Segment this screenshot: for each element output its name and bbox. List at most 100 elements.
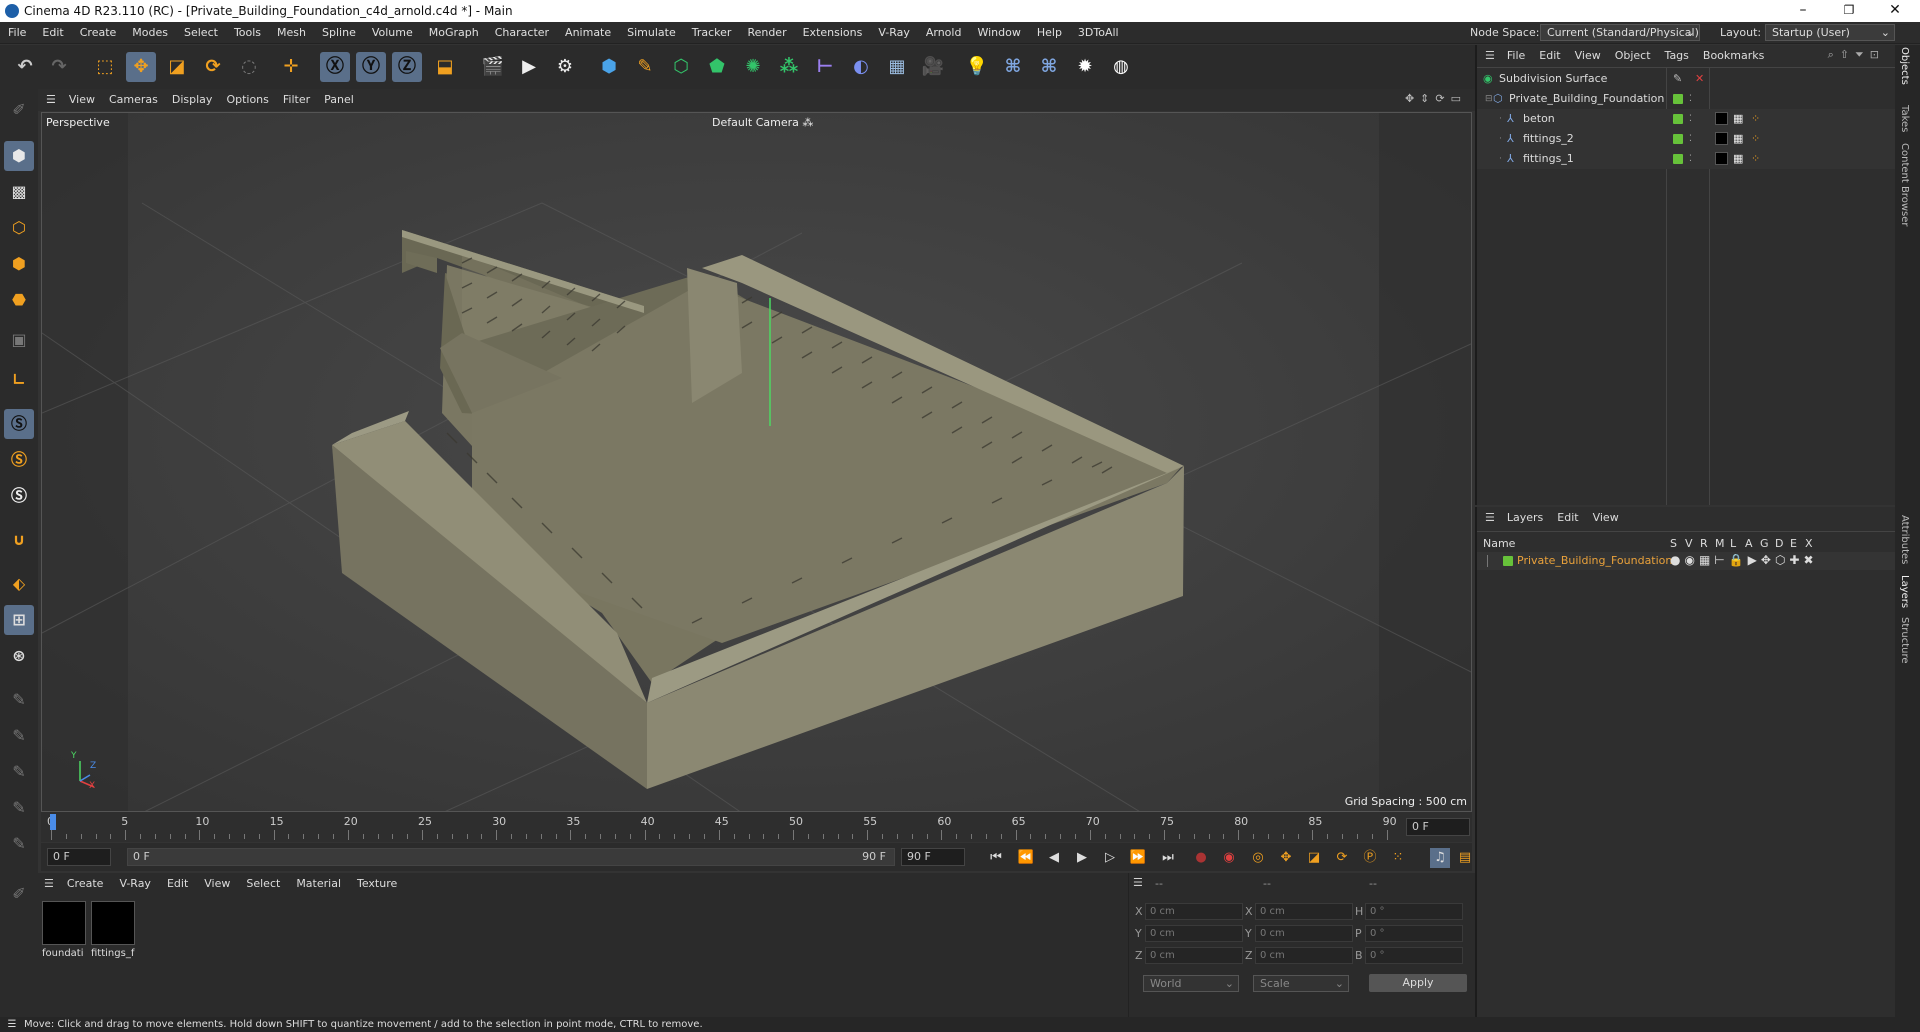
menu-tools[interactable]: Tools bbox=[226, 22, 269, 44]
python-icon[interactable]: ⌘ bbox=[998, 52, 1028, 82]
menu-render[interactable]: Render bbox=[739, 22, 794, 44]
key-parameter-icon[interactable]: Ⓟ bbox=[1360, 848, 1380, 868]
object-menu-bookmarks[interactable]: Bookmarks bbox=[1696, 45, 1771, 67]
close-button[interactable]: ✕ bbox=[1872, 0, 1918, 22]
material-menu-create[interactable]: Create bbox=[59, 873, 112, 895]
playhead[interactable] bbox=[50, 814, 56, 830]
subdivision-icon[interactable]: ⬡ bbox=[666, 52, 696, 82]
material-tag-icon[interactable] bbox=[1715, 152, 1728, 165]
object-menu-file[interactable]: File bbox=[1500, 45, 1532, 67]
visibility-dots-icon[interactable]: ⁚ bbox=[1689, 109, 1692, 129]
locked-workplane-icon[interactable]: ⊛ bbox=[4, 641, 34, 671]
layer-menu-view[interactable]: View bbox=[1586, 507, 1626, 529]
points-mode-icon[interactable]: ⬡ bbox=[4, 213, 34, 243]
menu-modes[interactable]: Modes bbox=[124, 22, 176, 44]
material-menu-select[interactable]: Select bbox=[238, 873, 288, 895]
python-generator-icon[interactable]: ⌘ bbox=[1034, 52, 1064, 82]
material-tag-icon[interactable] bbox=[1715, 112, 1728, 125]
hamburger-icon[interactable]: ☰ bbox=[1133, 876, 1143, 889]
tree-expander-icon[interactable]: ⊟ bbox=[1485, 89, 1493, 109]
go-to-end-icon[interactable]: ⏭ bbox=[1158, 848, 1178, 868]
visibility-dots-icon[interactable]: ⁚ bbox=[1689, 89, 1692, 109]
disable-x-icon[interactable]: ✕ bbox=[1695, 69, 1704, 89]
tab-takes[interactable]: Takes bbox=[1899, 105, 1910, 132]
redo-icon[interactable]: ↷ bbox=[44, 52, 74, 82]
layer-menu-layers[interactable]: Layers bbox=[1500, 507, 1550, 529]
visibility-dots-icon[interactable]: ⁚ bbox=[1689, 149, 1692, 169]
object-name[interactable]: Subdivision Surface bbox=[1499, 69, 1607, 89]
render-view-icon[interactable]: ▶ bbox=[514, 52, 544, 82]
tab-structure[interactable]: Structure bbox=[1899, 617, 1910, 664]
menu-spline[interactable]: Spline bbox=[314, 22, 364, 44]
arnold-tag-icon[interactable]: ⁘ bbox=[1751, 129, 1760, 149]
layer-color-swatch[interactable] bbox=[1673, 134, 1683, 144]
render-settings-icon[interactable]: ⚙ bbox=[550, 52, 580, 82]
transform-tool-icon[interactable]: ✛ bbox=[276, 52, 306, 82]
live-selection-icon[interactable]: ⬚ bbox=[90, 52, 120, 82]
snap-mode-icon[interactable]: Ⓢ bbox=[4, 481, 34, 511]
object-menu-object[interactable]: Object bbox=[1608, 45, 1658, 67]
viewport-menu-display[interactable]: Display bbox=[165, 89, 220, 111]
arnold-tag-icon[interactable]: ⁘ bbox=[1751, 109, 1760, 129]
autokey-icon[interactable]: ◉ bbox=[1219, 848, 1239, 868]
previous-key-icon[interactable]: ⏪ bbox=[1016, 848, 1036, 868]
tree-expander-icon[interactable]: · bbox=[1499, 129, 1502, 149]
cube-icon[interactable]: ⬢ bbox=[594, 52, 624, 82]
sculpt-icon[interactable]: ✎ bbox=[4, 829, 34, 859]
key-scale-icon[interactable]: ◪ bbox=[1304, 848, 1324, 868]
rotate-tool-icon[interactable]: ⟳ bbox=[198, 52, 228, 82]
light-icon[interactable]: 💡 bbox=[962, 52, 992, 82]
coord-value-field[interactable]: 0 cm bbox=[1145, 903, 1243, 920]
layer-color-swatch[interactable] bbox=[1673, 94, 1683, 104]
object-menu-tags[interactable]: Tags bbox=[1658, 45, 1696, 67]
visibility-dots-icon[interactable]: ⁚ bbox=[1689, 129, 1692, 149]
texture-mode-icon[interactable]: ▩ bbox=[4, 177, 34, 207]
coord-value-field[interactable]: 0 ° bbox=[1365, 947, 1463, 964]
tab-layers[interactable]: Layers bbox=[1899, 575, 1910, 608]
workplane-icon[interactable]: ⬖ bbox=[4, 569, 34, 599]
object-row[interactable]: · ⅄ fittings_2 ⁚ ▦ ⁘ bbox=[1477, 129, 1897, 149]
menu-mograph[interactable]: MoGraph bbox=[421, 22, 487, 44]
viewport-menu-view[interactable]: View bbox=[62, 89, 102, 111]
coord-mode-dropdown[interactable]: Scale ⌄ bbox=[1253, 975, 1349, 992]
material-preview-swatch[interactable] bbox=[42, 901, 86, 945]
previous-frame-icon[interactable]: ◀ bbox=[1044, 848, 1064, 868]
layout-dropdown[interactable]: Startup (User) ⌄ bbox=[1765, 24, 1895, 41]
material-menu-material[interactable]: Material bbox=[288, 873, 349, 895]
texture-tag-icon[interactable]: ▦ bbox=[1733, 129, 1743, 149]
menu-file[interactable]: File bbox=[0, 22, 34, 44]
field-icon[interactable]: ◐ bbox=[846, 52, 876, 82]
end-frame-field[interactable]: 90 F bbox=[901, 848, 965, 866]
coord-value-field[interactable]: 0 cm bbox=[1145, 947, 1243, 964]
bend-deformer-icon[interactable]: ⊢ bbox=[810, 52, 840, 82]
3d-viewport[interactable]: Perspective Default Camera ⁂ Y Z X Grid … bbox=[41, 112, 1472, 812]
magnet-icon[interactable]: ∪ bbox=[4, 525, 34, 555]
settings-gear-icon[interactable]: ✹ bbox=[1070, 52, 1100, 82]
tree-expander-icon[interactable]: · bbox=[1499, 149, 1502, 169]
globe-icon[interactable]: ◍ bbox=[1106, 52, 1136, 82]
brush-s-icon[interactable]: ✎ bbox=[4, 793, 34, 823]
viewport-menu-panel[interactable]: Panel bbox=[317, 89, 361, 111]
hamburger-icon[interactable]: ☰ bbox=[38, 89, 62, 111]
material-menu-view[interactable]: View bbox=[196, 873, 238, 895]
menu-3dtoall[interactable]: 3DToAll bbox=[1070, 22, 1127, 44]
maximize-button[interactable]: ❐ bbox=[1826, 0, 1872, 22]
timeline-ruler[interactable]: 051015202530354045505560657075808590 0 F bbox=[41, 812, 1472, 842]
object-row[interactable]: ◉ Subdivision Surface ✎ ✕ bbox=[1477, 69, 1897, 89]
object-name[interactable]: fittings_2 bbox=[1523, 129, 1574, 149]
layer-row[interactable]: Private_Building_Foundation ●◉▦⊢🔒▶✥⬡✚✖ bbox=[1477, 552, 1897, 570]
paint-brush-icon[interactable]: ✐ bbox=[4, 95, 34, 125]
coord-value-field[interactable]: 0 ° bbox=[1365, 925, 1463, 942]
hamburger-icon[interactable]: ☰ bbox=[0, 1017, 24, 1032]
layer-color-swatch[interactable] bbox=[1503, 556, 1513, 566]
cloner-icon[interactable]: ✺ bbox=[738, 52, 768, 82]
paint-icon[interactable]: ✐ bbox=[4, 879, 34, 909]
node-space-dropdown[interactable]: Current (Standard/Physical) ⌄ bbox=[1540, 24, 1700, 41]
material-preview-swatch[interactable] bbox=[91, 901, 135, 945]
model-mode-icon[interactable]: ⬢ bbox=[4, 141, 34, 171]
object-menu-edit[interactable]: Edit bbox=[1532, 45, 1567, 67]
go-to-start-icon[interactable]: ⏮ bbox=[986, 848, 1006, 868]
material-tag-icon[interactable] bbox=[1715, 132, 1728, 145]
uv-mode-icon[interactable]: ▣ bbox=[4, 325, 34, 355]
brush-r-icon[interactable]: ✎ bbox=[4, 757, 34, 787]
